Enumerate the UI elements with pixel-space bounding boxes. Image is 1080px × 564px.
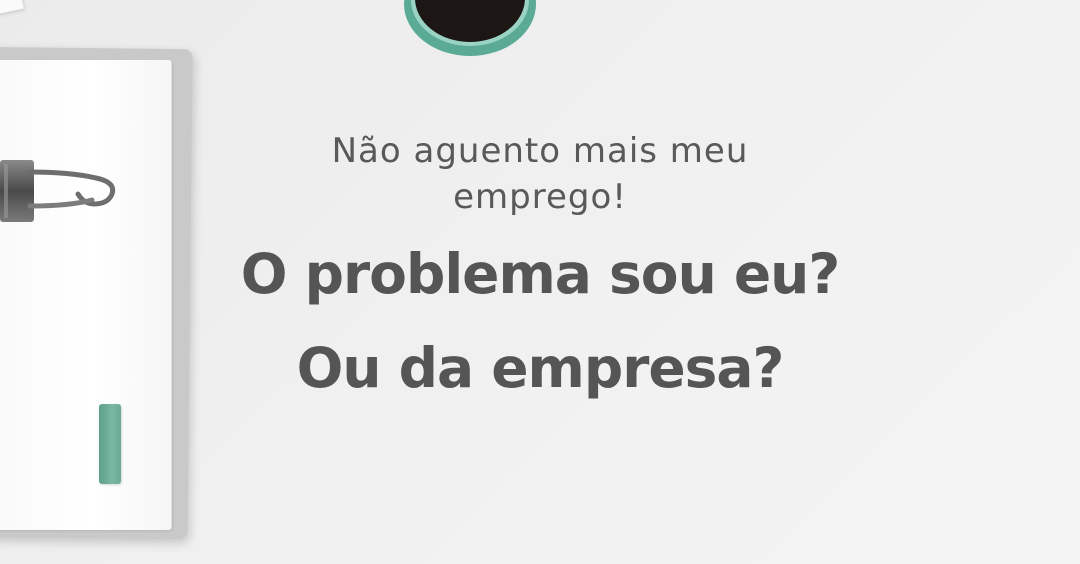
- subtitle-line-1: Não aguento mais meu: [331, 131, 749, 171]
- notebook-page: [0, 60, 172, 530]
- subtitle-line-2: emprego!: [453, 177, 627, 217]
- text-block: Não aguento mais meu emprego! O problema…: [180, 128, 900, 398]
- headline-line-1: O problema sou eu?: [240, 242, 840, 306]
- headline-line-2: Ou da empresa?: [296, 336, 785, 400]
- binder-clip-icon: [0, 160, 116, 222]
- coffee-cup-icon: [404, 0, 536, 56]
- banner-scene: Não aguento mais meu emprego! O problema…: [0, 0, 1080, 564]
- corner-paper-decoration: [0, 0, 24, 16]
- green-sticky-note: [99, 404, 121, 484]
